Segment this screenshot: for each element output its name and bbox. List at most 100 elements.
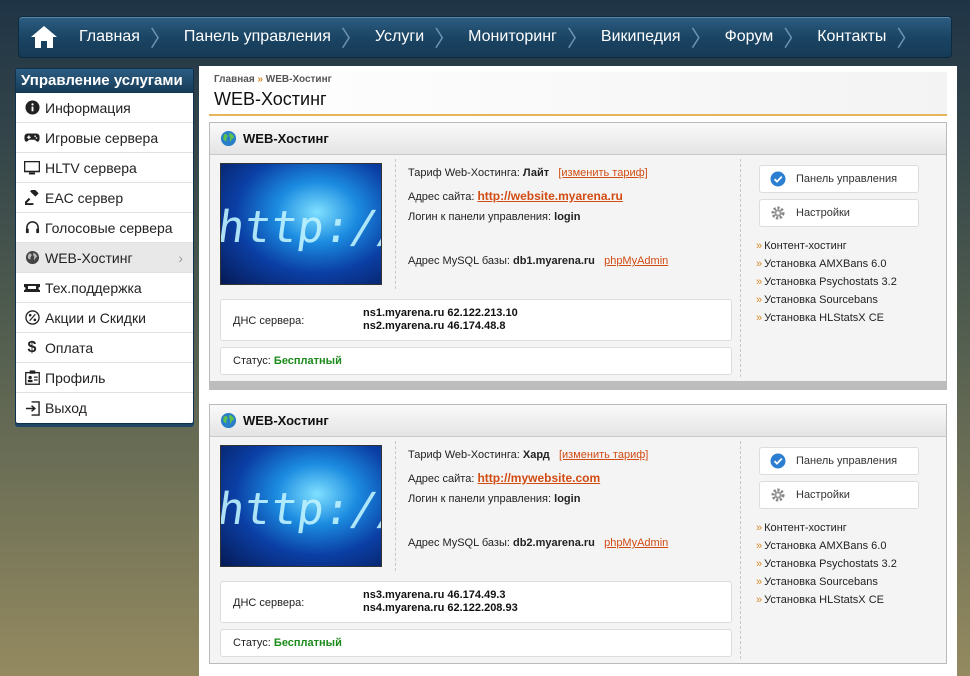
link-psychostats[interactable]: » Установка Psychostats 3.2 [756, 273, 897, 291]
nav-services[interactable]: Услуги [365, 16, 434, 58]
profile-icon [24, 370, 40, 386]
sidebar-item-voice[interactable]: Голосовые сервера [16, 213, 193, 243]
login-row: Логин к панели управления: login [408, 211, 580, 223]
phpmyadmin-link[interactable]: phpMyAdmin [604, 537, 668, 549]
link-amxbans[interactable]: » Установка AMXBans 6.0 [756, 255, 897, 273]
link-hlstatsx[interactable]: » Установка HLStatsX CE [756, 309, 897, 327]
status-box: Статус: Бесплатный [220, 629, 732, 657]
sidebar-item-eac[interactable]: EAC сервер [16, 183, 193, 213]
arrow-icon: » [756, 594, 763, 606]
link-content-hosting[interactable]: » Контент-хостинг [756, 519, 897, 537]
change-tariff-link[interactable]: [изменить тариф] [558, 167, 647, 179]
sidebar-item-label: Выход [45, 400, 87, 416]
chevron-right-icon: › [178, 249, 183, 266]
card-body: http://www. Тариф Web-Хостинга: Хард [из… [210, 437, 946, 663]
dns-values: ns1.myarena.ru 62.122.213.10 ns2.myarena… [363, 307, 518, 333]
sidebar-item-support[interactable]: Тех.поддержка [16, 273, 193, 303]
page-title: WEB-Хостинг [214, 89, 327, 109]
link-content-hosting[interactable]: » Контент-хостинг [756, 237, 897, 255]
dns-label: ДНС сервера: [233, 315, 305, 327]
sidebar-item-web-hosting[interactable]: WEB-Хостинг › [16, 243, 193, 273]
nav-separator: 〉 [340, 26, 363, 51]
arrow-icon: » [756, 312, 763, 324]
sidebar-item-hltv[interactable]: HLTV сервера [16, 153, 193, 183]
nav-separator: 〉 [896, 26, 919, 51]
site-label: Адрес сайта: [408, 191, 475, 203]
divider [740, 159, 741, 377]
logout-icon [24, 400, 40, 416]
arrow-icon: » [756, 240, 763, 252]
info-icon [24, 100, 40, 116]
site-link[interactable]: http://website.myarena.ru [477, 189, 622, 203]
globe-icon [220, 130, 237, 147]
arrow-icon: » [756, 276, 763, 288]
check-badge-icon [770, 453, 786, 469]
divider [395, 441, 396, 571]
nav-control-panel[interactable]: Панель управления [174, 16, 341, 58]
site-link[interactable]: http://mywebsite.com [477, 471, 600, 485]
link-sourcebans[interactable]: » Установка Sourcebans [756, 573, 897, 591]
arrow-icon: » [756, 522, 763, 534]
sidebar-item-payment[interactable]: $ Оплата [16, 333, 193, 363]
sidebar-item-logout[interactable]: Выход [16, 393, 193, 423]
top-navigation: Главная 〉 Панель управления 〉 Услуги 〉 М… [18, 16, 952, 58]
nav-monitoring[interactable]: Мониторинг [458, 16, 567, 58]
nav-separator: 〉 [566, 26, 589, 51]
sidebar-item-label: EAC сервер [45, 189, 124, 206]
nav-wiki[interactable]: Википедия [591, 16, 691, 58]
tariff-row: Тариф Web-Хостинга: Лайт [изменить тариф… [408, 167, 648, 179]
status-label: Статус: [233, 355, 271, 367]
status-row: Статус: Бесплатный [233, 355, 342, 367]
globe-icon [220, 412, 237, 429]
nav-contacts[interactable]: Контакты [807, 16, 896, 58]
status-row: Статус: Бесплатный [233, 637, 342, 649]
status-label: Статус: [233, 637, 271, 649]
install-links: » Контент-хостинг » Установка AMXBans 6.0 … [756, 237, 897, 327]
link-psychostats[interactable]: » Установка Psychostats 3.2 [756, 555, 897, 573]
control-panel-button[interactable]: Панель управления [759, 447, 919, 475]
gear-icon [770, 487, 786, 503]
settings-button[interactable]: Настройки [759, 199, 919, 227]
nav-home[interactable]: Главная [69, 16, 150, 58]
tariff-value: Хард [522, 449, 550, 461]
arrow-icon: » [756, 540, 763, 552]
sidebar-item-game-servers[interactable]: Игровые сервера [16, 123, 193, 153]
arrow-icon: » [756, 294, 763, 306]
hosting-card: WEB-Хостинг http://www. Тариф Web-Хостин… [209, 404, 947, 664]
status-box: Статус: Бесплатный [220, 347, 732, 375]
control-panel-label: Панель управления [796, 173, 898, 185]
arrow-icon: » [756, 258, 763, 270]
gamepad-icon [24, 130, 40, 146]
home-button[interactable] [19, 16, 69, 58]
home-icon [31, 26, 57, 48]
sidebar-item-label: Голосовые сервера [45, 219, 173, 236]
settings-button[interactable]: Настройки [759, 481, 919, 509]
breadcrumb-home[interactable]: Главная [214, 74, 255, 85]
link-sourcebans[interactable]: » Установка Sourcebans [756, 291, 897, 309]
hosting-thumbnail: http://www. [220, 163, 382, 285]
mysql-row: Адрес MySQL базы: db1.myarena.ru phpMyAd… [408, 255, 668, 267]
settings-label: Настройки [796, 489, 850, 501]
breadcrumb-separator: » [257, 74, 264, 85]
nav-forum[interactable]: Форум [715, 16, 784, 58]
link-hlstatsx[interactable]: » Установка HLStatsX CE [756, 591, 897, 609]
divider [395, 159, 396, 289]
dns-label: ДНС сервера: [233, 597, 305, 609]
sidebar-item-promotions[interactable]: Акции и Скидки [16, 303, 193, 333]
sidebar-item-label: Тех.поддержка [45, 279, 142, 296]
link-amxbans[interactable]: » Установка AMXBans 6.0 [756, 537, 897, 555]
card-body: http://www. Тариф Web-Хостинга: Лайт [из… [210, 155, 946, 381]
sidebar-item-label: WEB-Хостинг [45, 249, 133, 266]
card-header: WEB-Хостинг [210, 123, 946, 155]
change-tariff-link[interactable]: [изменить тариф] [559, 449, 648, 461]
nav-separator: 〉 [690, 26, 713, 51]
login-label: Логин к панели управления: [408, 211, 552, 223]
control-panel-button[interactable]: Панель управления [759, 165, 919, 193]
sidebar-item-profile[interactable]: Профиль [16, 363, 193, 393]
phpmyadmin-link[interactable]: phpMyAdmin [604, 255, 668, 267]
hosting-thumbnail: http://www. [220, 445, 382, 567]
sidebar-item-info[interactable]: Информация [16, 93, 193, 123]
dns-box: ДНС сервера: ns3.myarena.ru 46.174.49.3 … [220, 581, 732, 623]
tariff-label: Тариф Web-Хостинга: [408, 449, 520, 461]
sidebar-item-label: HLTV сервера [45, 159, 137, 176]
